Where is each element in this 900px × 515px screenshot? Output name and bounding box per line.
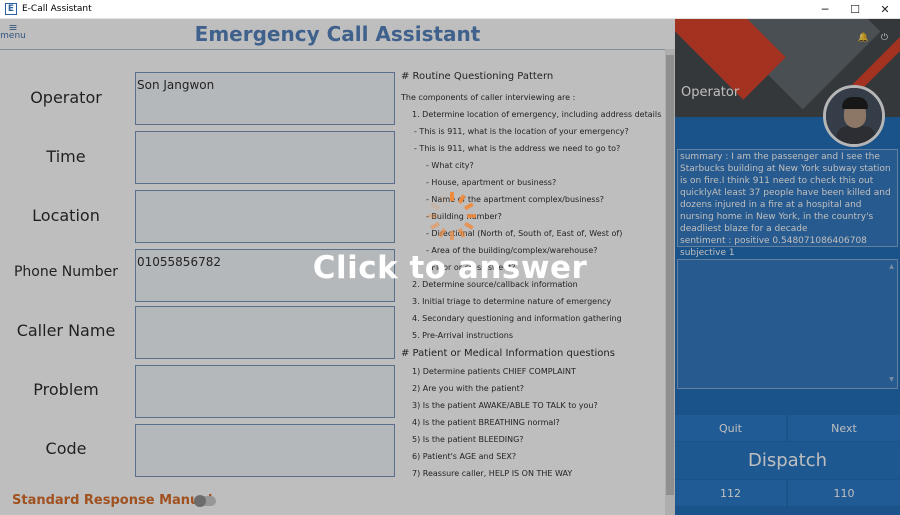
maximize-button[interactable]: ☐: [840, 0, 870, 19]
minimize-button[interactable]: ─: [810, 0, 840, 19]
app-logo-icon: E: [5, 3, 17, 15]
window-controls: ─ ☐ ✕: [810, 0, 900, 19]
incoming-call-overlay[interactable]: Click to answer: [0, 19, 900, 515]
click-to-answer-label[interactable]: Click to answer: [0, 250, 900, 286]
loading-spinner-icon: [428, 192, 476, 240]
window-title: E-Call Assistant: [22, 4, 92, 14]
close-button[interactable]: ✕: [870, 0, 900, 19]
window-titlebar: E E-Call Assistant ─ ☐ ✕: [0, 0, 900, 19]
